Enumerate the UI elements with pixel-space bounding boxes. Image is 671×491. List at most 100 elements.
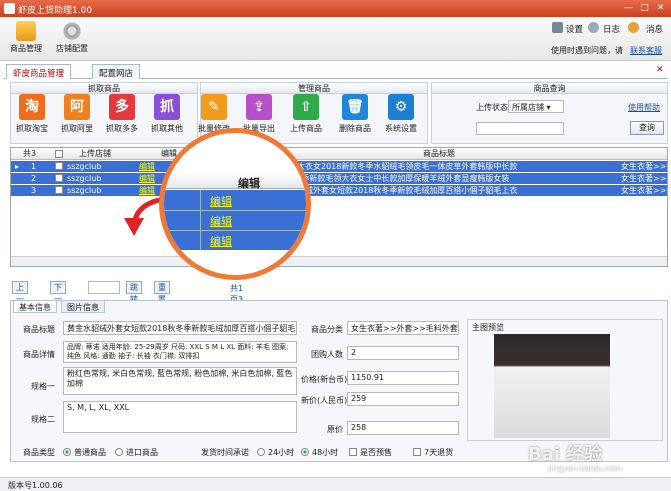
- title-label: 商品标题: [23, 325, 55, 334]
- return7-checkbox[interactable]: [413, 448, 421, 456]
- category-label: 商品分类: [311, 325, 343, 334]
- price-rmb-label: 新价(人民币): [301, 396, 348, 405]
- desc-label: 商品详情: [23, 350, 55, 359]
- settings-link[interactable]: 设置: [566, 23, 583, 35]
- row-checkbox[interactable]: [55, 162, 63, 170]
- table-header: 共3 上传店铺 编辑 商品标题: [11, 148, 667, 160]
- shop-header: 上传店铺: [79, 149, 111, 158]
- magnified-edit-header: 编辑: [238, 177, 260, 190]
- help-link[interactable]: 使用帮助: [628, 102, 660, 113]
- log-icon[interactable]: [588, 22, 599, 33]
- fetch-other-button[interactable]: 抓抓取其他: [145, 94, 189, 134]
- spec1-field[interactable]: 粉红色常规, 米白色常规, 藍色常规, 粉色加棉, 米白色加棉, 藍色加棉: [63, 367, 297, 395]
- page-number-input[interactable]: [88, 281, 120, 294]
- horizontal-scrollbar[interactable]: [11, 256, 667, 266]
- maximize-icon[interactable]: □: [638, 3, 651, 14]
- version-label: 版本号1.00.06: [8, 481, 63, 490]
- presale-checkbox[interactable]: [349, 448, 357, 456]
- title-field[interactable]: 黄金水貂绒外套女短款2018秋冬季新款毛绒加厚百搭小個子貂毛: [63, 321, 297, 335]
- group-label: 团购人数: [311, 350, 343, 359]
- pinduoduo-icon: 多: [109, 94, 135, 120]
- reset-page-size-button[interactable]: 重置每页显示数量: [154, 281, 170, 376]
- contact-support-link[interactable]: 联系客服: [630, 45, 662, 56]
- manage-group-title: 管理商品: [201, 83, 427, 94]
- message-icon[interactable]: [628, 22, 639, 33]
- original-price-label: 原价: [327, 425, 343, 434]
- upload-status-label: 上传状态: [476, 103, 508, 112]
- fetch-duoduo-button[interactable]: 多抓取多多: [100, 94, 144, 134]
- magnifier-callout: 编辑 编辑 编辑 编辑: [159, 128, 311, 280]
- table-row[interactable]: 3 sszgclub 编辑 黄金水貂绒外套女短款2018秋冬季新款毛绒加厚百搭小…: [11, 185, 667, 196]
- magnified-edit-link: 编辑: [210, 195, 232, 208]
- grab-icon: 抓: [154, 94, 180, 120]
- desc-field[interactable]: 品牌: 蒂诺 适用年龄: 25-29周岁 尺码: XXL S M L XL 面料…: [63, 341, 297, 363]
- price-tw-field[interactable]: 1150.91: [347, 371, 459, 385]
- type-import-radio[interactable]: [115, 448, 123, 456]
- status-bar: 版本号1.00.06: [0, 477, 671, 491]
- preview-label: 主图预览: [472, 323, 504, 332]
- title-header: 商品标题: [423, 149, 455, 158]
- settings-icon[interactable]: [552, 22, 563, 33]
- gear-icon: ⚙: [388, 94, 414, 120]
- edit-link[interactable]: 编辑: [139, 173, 155, 184]
- tab-image-info[interactable]: 图片信息: [61, 300, 105, 313]
- goods-table: 共3 上传店铺 编辑 商品标题 ▸ 1 sszgclub 编辑 羊羔绒大衣女201…: [10, 147, 668, 267]
- watermark-url: jingyan.baidu.com: [548, 464, 622, 473]
- ship-48h-radio[interactable]: [301, 448, 309, 456]
- log-link[interactable]: 日志: [603, 23, 620, 35]
- ship-48h-label: 48小时: [312, 448, 339, 457]
- delete-goods-button[interactable]: 🗑 删除商品: [333, 94, 377, 134]
- trash-icon: 🗑: [342, 94, 368, 120]
- table-row[interactable]: 2 sszgclub 编辑 2018冬季新款毛领大衣女士中长款加厚保暖羊绒外套显…: [11, 173, 667, 184]
- group-field[interactable]: 2: [347, 346, 459, 360]
- category-field[interactable]: 女生衣著>>外套>>毛料外套: [347, 321, 459, 335]
- minimize-icon[interactable]: —: [622, 3, 635, 14]
- pencil-icon: ✎: [201, 94, 227, 120]
- menu-bar: 商品管理 店铺配置 设置 日志 消息 使用时遇到问题，请 联系客服: [0, 17, 671, 61]
- query-group-title: 商品查询: [432, 83, 667, 94]
- prev-page-button[interactable]: 上一页: [12, 281, 28, 316]
- count-header: 共3: [23, 149, 37, 158]
- original-price-field[interactable]: 258: [347, 421, 459, 435]
- search-input[interactable]: [476, 122, 564, 135]
- price-tw-label: 价格(新台币): [301, 375, 348, 384]
- image-preview-box: 主图预览: [467, 319, 663, 441]
- type-label: 商品类型: [23, 448, 55, 457]
- table-row[interactable]: ▸ 1 sszgclub 编辑 羊羔绒大衣女2018新款冬季水貂绒毛领皮毛一体皮草…: [11, 161, 667, 172]
- type-normal-radio[interactable]: [63, 448, 71, 456]
- select-all-checkbox[interactable]: [55, 150, 63, 158]
- spec1-label: 规格一: [31, 382, 55, 391]
- goods-manage-button[interactable]: 商品管理: [4, 21, 48, 59]
- spec2-label: 规格二: [31, 415, 55, 424]
- fetch-group-title: 抓取商品: [11, 83, 197, 94]
- title-bar: 虾皮上货助理1.00 — □ ✕: [0, 0, 671, 17]
- price-rmb-field[interactable]: 259: [347, 392, 459, 406]
- tab-bar: 虾皮商品管理 配置网店 ✕: [4, 62, 668, 79]
- presale-label: 是否预售: [360, 448, 392, 457]
- tab-goods-manage[interactable]: 虾皮商品管理: [6, 64, 72, 79]
- tab-close-icon[interactable]: ✕: [656, 65, 664, 75]
- fetch-taobao-button[interactable]: 淘抓取淘宝: [10, 94, 54, 134]
- system-settings-button[interactable]: ⚙ 系统设置: [379, 94, 423, 134]
- shop-select[interactable]: 所属店铺 ▾: [508, 100, 564, 113]
- row-checkbox[interactable]: [55, 186, 63, 194]
- shop-config-label: 店铺配置: [56, 44, 88, 53]
- upload-goods-button[interactable]: ⇧ 上传商品: [284, 94, 328, 134]
- row-checkbox[interactable]: [55, 174, 63, 182]
- search-button[interactable]: 查询: [630, 121, 664, 135]
- gear-icon: [62, 21, 82, 41]
- edit-link[interactable]: 编辑: [139, 161, 155, 172]
- shop-config-button[interactable]: 店铺配置: [50, 21, 94, 59]
- close-icon[interactable]: ✕: [654, 3, 667, 14]
- next-page-button[interactable]: 下一页: [50, 281, 66, 316]
- ship-24h-radio[interactable]: [257, 448, 265, 456]
- ship-24h-label: 24小时: [268, 448, 295, 457]
- fetch-ali-button[interactable]: 阿抓取阿里: [55, 94, 99, 134]
- spec2-field[interactable]: S, M, L, XL, XXL: [63, 401, 297, 433]
- tab-shop-config[interactable]: 配置网店: [92, 64, 141, 79]
- jump-button[interactable]: 跳转: [126, 281, 142, 304]
- upload-icon: ⇧: [293, 94, 319, 120]
- message-link[interactable]: 消息: [646, 23, 663, 35]
- tab-basic-info[interactable]: 基本信息: [13, 300, 57, 313]
- app-icon: [4, 3, 15, 14]
